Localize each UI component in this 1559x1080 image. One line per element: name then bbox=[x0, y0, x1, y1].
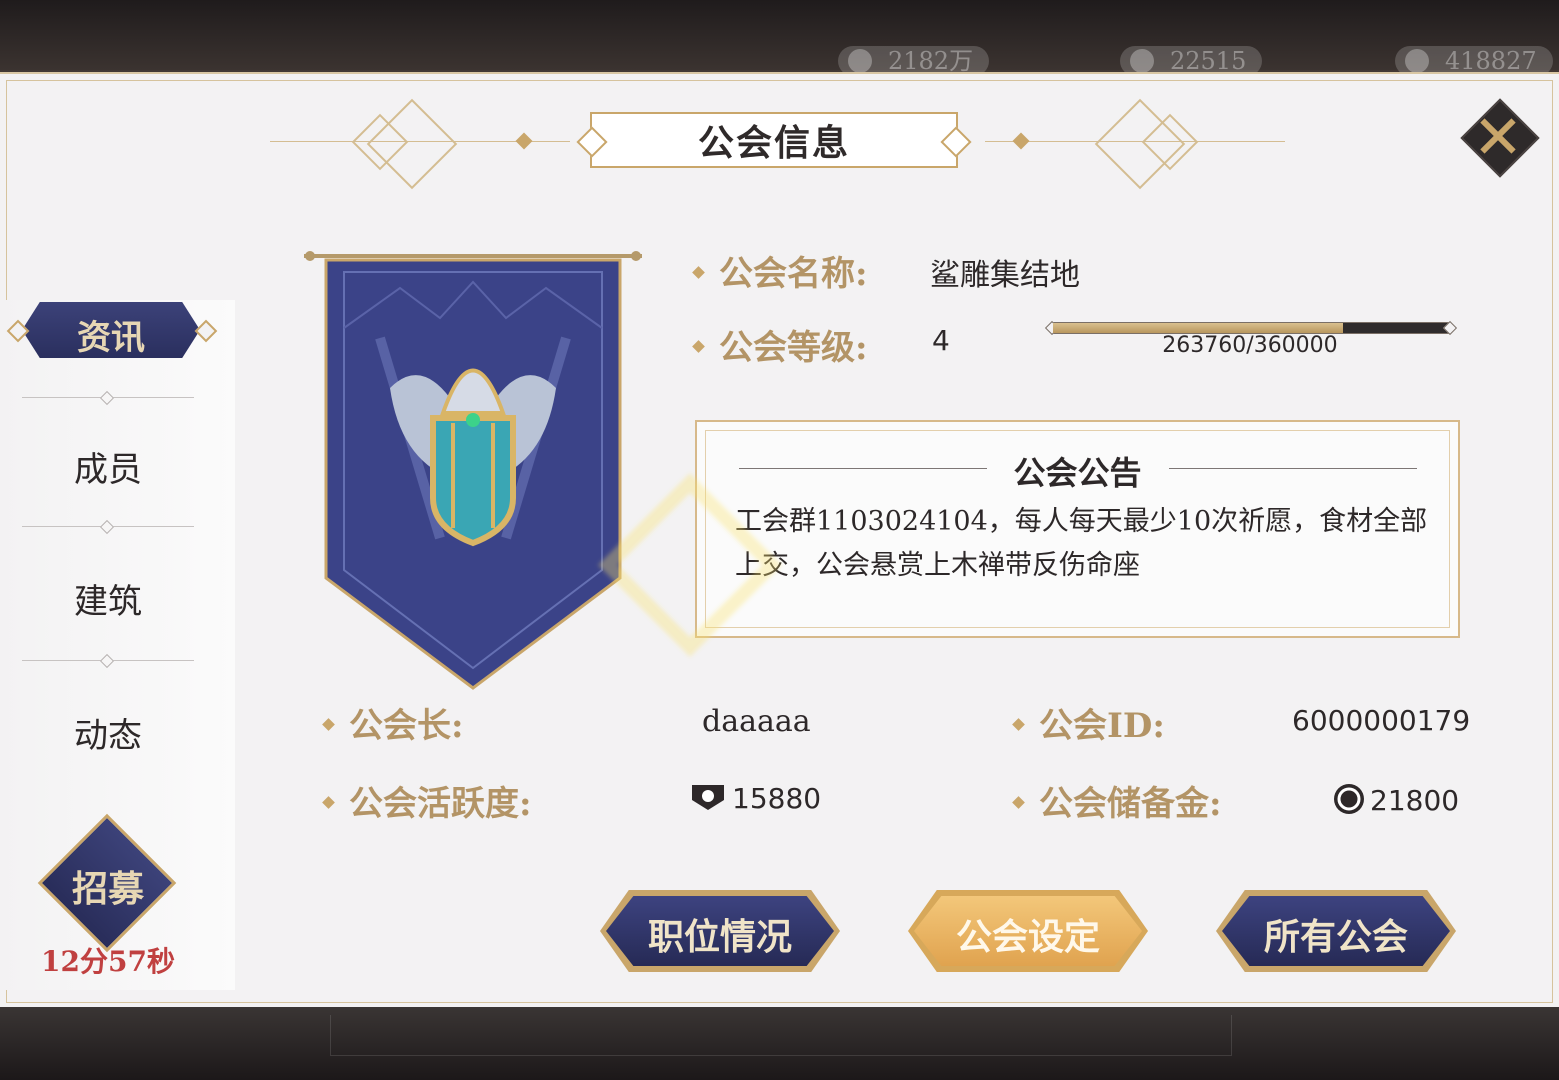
guild-banner-emblem bbox=[304, 251, 642, 690]
guild-announcement: 公会公告 工会群1103024104，每人每天最少10次祈愿，食材全部上交，公会… bbox=[695, 420, 1460, 638]
bullet-icon bbox=[322, 795, 335, 809]
positions-button-label: 职位情况 bbox=[647, 916, 792, 958]
recruit-button[interactable]: 招募 bbox=[37, 813, 177, 953]
tab-members[interactable]: 成员 bbox=[20, 442, 196, 491]
recruit-label: 招募 bbox=[71, 868, 144, 910]
guild-level-label-text: 公会等级: bbox=[719, 328, 868, 368]
tab-info[interactable]: 资讯 bbox=[6, 302, 218, 358]
recruit-timer: 12分57秒 bbox=[41, 945, 175, 978]
guild-reserve-label: 公会储备金: bbox=[1012, 776, 1222, 825]
tab-activity[interactable]: 动态 bbox=[20, 708, 196, 757]
guild-leader-value: daaaaa bbox=[702, 704, 811, 739]
sidebar-separator bbox=[22, 397, 194, 398]
guild-xp-text: 263760/360000 bbox=[1162, 333, 1338, 358]
bullet-icon bbox=[1012, 795, 1025, 809]
sidebar-separator bbox=[22, 660, 194, 661]
resource-value: 2182万 bbox=[888, 47, 974, 75]
guild-reserve-value: 21800 bbox=[1370, 784, 1460, 817]
guild-leader-label: 公会长: bbox=[322, 698, 464, 747]
guild-activity-label-text: 公会活跃度: bbox=[349, 784, 532, 824]
bullet-icon bbox=[692, 339, 705, 353]
guild-id-value: 6000000179 bbox=[1292, 704, 1471, 737]
activity-icon bbox=[692, 785, 724, 810]
guild-name-value: 鲨雕集结地 bbox=[930, 258, 1080, 293]
bullet-icon bbox=[322, 717, 335, 731]
guild-name-label: 公会名称: bbox=[692, 246, 868, 295]
guild-xp-fill bbox=[1053, 323, 1344, 333]
all-guilds-button-label: 所有公会 bbox=[1263, 916, 1408, 958]
top-resource-bar: 2182万 22515 418827 bbox=[0, 0, 1559, 76]
guild-id-label-text: 公会ID: bbox=[1039, 706, 1165, 746]
guild-id-label: 公会ID: bbox=[1012, 698, 1165, 747]
coin-icon bbox=[848, 49, 872, 73]
panel-title: 公会信息 bbox=[590, 112, 958, 168]
guild-activity-value: 15880 bbox=[732, 782, 822, 815]
gem-icon bbox=[1130, 49, 1154, 73]
guild-settings-button[interactable]: 公会设定 bbox=[908, 890, 1148, 972]
close-button[interactable] bbox=[1460, 98, 1540, 178]
bullet-icon bbox=[1012, 717, 1025, 731]
tab-buildings[interactable]: 建筑 bbox=[20, 574, 196, 623]
tab-info-label: 资讯 bbox=[77, 318, 145, 358]
guild-level-label: 公会等级: bbox=[692, 320, 868, 369]
currency-icon bbox=[1405, 49, 1429, 73]
guild-activity-label: 公会活跃度: bbox=[322, 776, 532, 825]
resource-value: 418827 bbox=[1445, 47, 1537, 75]
announcement-title: 公会公告 bbox=[1013, 454, 1142, 492]
all-guilds-button[interactable]: 所有公会 bbox=[1216, 890, 1456, 972]
bullet-icon bbox=[692, 265, 705, 279]
guild-level-value: 4 bbox=[932, 324, 950, 357]
sidebar-separator bbox=[22, 526, 194, 527]
panel-title-text: 公会信息 bbox=[697, 122, 850, 164]
guild-leader-label-text: 公会长: bbox=[349, 706, 464, 746]
positions-button[interactable]: 职位情况 bbox=[600, 890, 840, 972]
resource-value: 22515 bbox=[1170, 47, 1247, 75]
coin-icon bbox=[1334, 784, 1364, 814]
bottom-frame bbox=[330, 1015, 1232, 1056]
guild-settings-button-label: 公会设定 bbox=[955, 916, 1100, 958]
announcement-text: 工会群1103024104，每人每天最少10次祈愿，食材全部上交，公会悬赏上木禅… bbox=[735, 506, 1428, 581]
bottom-background bbox=[0, 1007, 1559, 1080]
guild-reserve-label-text: 公会储备金: bbox=[1039, 784, 1222, 824]
guild-name-label-text: 公会名称: bbox=[719, 254, 868, 294]
